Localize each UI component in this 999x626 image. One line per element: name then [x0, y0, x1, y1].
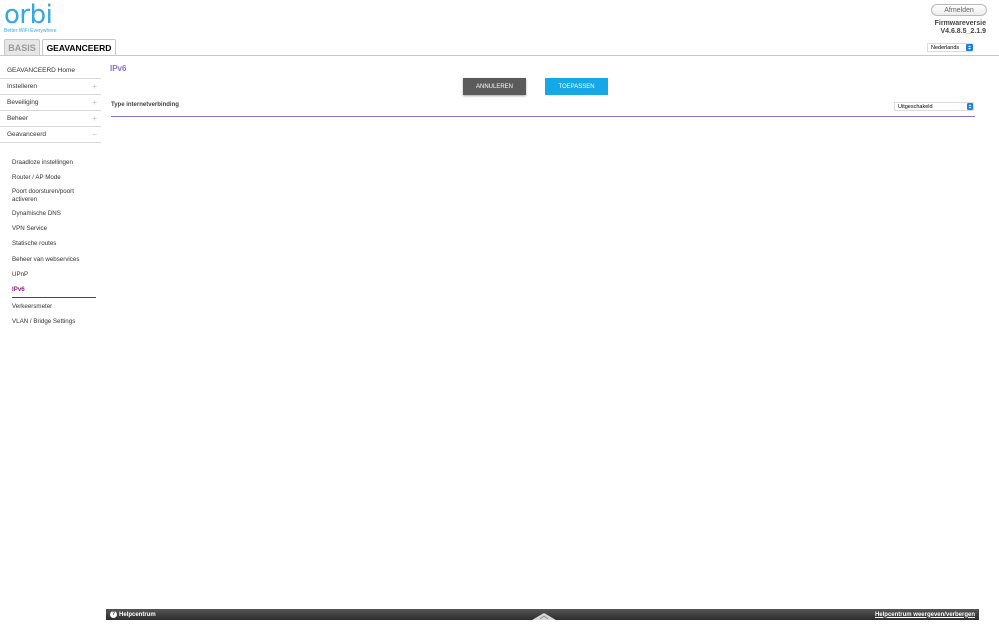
sidebar-subitem-web-services[interactable]: Beheer van webservices — [0, 251, 101, 266]
sidebar-item-beheer[interactable]: Beheer + — [0, 111, 101, 127]
apply-button[interactable]: TOEPASSEN — [545, 78, 608, 95]
connection-type-select[interactable]: Uitgeschakeld — [894, 102, 974, 111]
sidebar-subitem-draadloze[interactable]: Draadloze instellingen — [0, 155, 101, 170]
sidebar-item-instelleren[interactable]: Instelleren + — [0, 79, 101, 95]
sidebar-item-home[interactable]: GEAVANCEERD Home — [0, 63, 101, 79]
tab-geavanceerd[interactable]: GEAVANCEERD — [42, 39, 116, 56]
sidebar-subitem-ipv6[interactable]: IPv6 — [0, 282, 101, 297]
help-center-title[interactable]: ? Helpcentrum — [110, 611, 156, 618]
cancel-button[interactable]: ANNULEREN — [463, 78, 526, 95]
sidebar-item-label: Beheer — [7, 115, 28, 122]
sidebar-nav: GEAVANCEERD Home Instelleren + Beveiligi… — [0, 63, 101, 329]
sidebar-item-label: Beveiliging — [7, 99, 39, 106]
sidebar-subitem-vlan-bridge[interactable]: VLAN / Bridge Settings — [0, 314, 101, 329]
sidebar-item-label: Instelleren — [7, 83, 37, 90]
help-center-label: Helpcentrum — [119, 611, 156, 618]
header-divider — [0, 55, 999, 56]
expand-plus-icon[interactable]: + — [92, 114, 97, 123]
logo-text: orbi — [4, 0, 53, 30]
sidebar-subitem-router-ap[interactable]: Router / AP Mode — [0, 170, 101, 185]
page-title: IPv6 — [110, 64, 127, 73]
select-arrows-icon[interactable] — [966, 44, 973, 51]
help-question-icon: ? — [110, 611, 117, 618]
sidebar-subitem-static-routes[interactable]: Statische routes — [0, 236, 101, 251]
logout-button[interactable]: Afmelden — [931, 4, 987, 16]
sidebar-subitem-dynamic-dns[interactable]: Dynamische DNS — [0, 206, 101, 221]
chevron-up-icon[interactable] — [532, 613, 556, 620]
collapse-minus-icon[interactable]: − — [92, 130, 97, 139]
select-arrows-icon[interactable] — [967, 103, 973, 110]
sidebar-item-label: GEAVANCEERD Home — [7, 67, 76, 74]
section-divider — [111, 116, 975, 117]
sidebar-subitem-upnp[interactable]: UPnP — [0, 267, 101, 282]
firmware-version: V4.6.8.5_2.1.9 — [940, 28, 986, 35]
firmware-label: Firmwareversie — [934, 20, 986, 27]
language-value: Nederlands — [931, 44, 960, 51]
logo-tagline: Better WiFi Everywhere — [4, 28, 57, 34]
expand-plus-icon[interactable]: + — [92, 98, 97, 107]
sidebar-subitem-port-forwarding[interactable]: Poort doorsturen/poort activeren — [0, 186, 90, 206]
sidebar-subitem-vpn[interactable]: VPN Service — [0, 221, 101, 236]
sidebar-subitem-traffic-meter[interactable]: Verkeersmeter — [0, 298, 101, 313]
sidebar-item-geavanceerd[interactable]: Geavanceerd − — [0, 127, 101, 143]
sidebar-item-beveiliging[interactable]: Beveiliging + — [0, 95, 101, 111]
connection-type-value: Uitgeschakeld — [898, 103, 933, 110]
expand-plus-icon[interactable]: + — [92, 82, 97, 91]
sidebar-item-label: Geavanceerd — [7, 131, 47, 138]
sidebar-submenu: Draadloze instellingen Router / AP Mode … — [0, 155, 101, 329]
connection-type-label: Type internetverbinding — [111, 102, 179, 108]
tab-basis[interactable]: BASIS — [4, 39, 40, 56]
help-center-toggle-link[interactable]: Helpcentrum weergeven/verbergen — [875, 612, 975, 618]
